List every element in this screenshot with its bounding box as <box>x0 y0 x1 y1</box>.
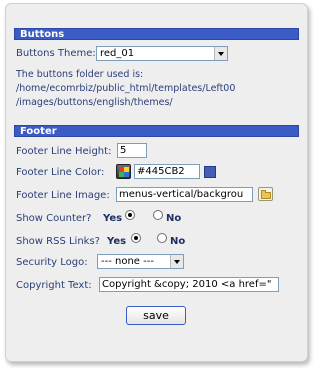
folder-browse-icon[interactable] <box>258 187 273 201</box>
buttons-folder-path-line1: /home/ecomrbiz/public_html/templates/Lef… <box>16 83 236 94</box>
show-rss-yes-label: Yes <box>107 236 127 247</box>
footer-line-height-label: Footer Line Height: <box>16 146 112 157</box>
line-color-preview-swatch <box>204 166 216 178</box>
footer-line-height-input[interactable]: 5 <box>117 143 147 158</box>
footer-line-image-input[interactable]: menus-vertical/backgrou <box>116 187 253 202</box>
settings-panel: Buttons Buttons Theme: red_01 The button… <box>5 3 308 362</box>
buttons-theme-label: Buttons Theme: <box>16 48 96 59</box>
show-counter-no-label: No <box>166 213 182 224</box>
save-button[interactable]: save <box>126 306 186 325</box>
chevron-down-icon <box>214 47 227 60</box>
buttons-folder-caption: The buttons folder used is: <box>16 69 144 80</box>
show-counter-label: Show Counter? <box>16 213 92 224</box>
show-rss-no-radio[interactable] <box>157 233 167 243</box>
show-counter-yes-label: Yes <box>103 213 123 224</box>
security-logo-select[interactable]: --- none --- <box>97 254 184 269</box>
security-logo-value: --- none --- <box>101 256 154 267</box>
copyright-text-input[interactable]: Copyright &copy; 2010 <a href=" <box>99 277 279 292</box>
security-logo-label: Security Logo: <box>16 257 88 268</box>
buttons-folder-path-line2: /images/buttons/english/themes/ <box>16 97 173 108</box>
buttons-theme-value: red_01 <box>100 48 135 59</box>
chevron-down-icon <box>170 255 183 268</box>
footer-line-image-label: Footer Line Image: <box>16 190 110 201</box>
color-picker-icon[interactable] <box>116 164 131 179</box>
show-counter-no-radio[interactable] <box>153 210 163 220</box>
footer-line-color-label: Footer Line Color: <box>16 167 105 178</box>
show-counter-yes-radio[interactable] <box>125 210 135 220</box>
buttons-section-header: Buttons <box>14 28 299 40</box>
show-rss-no-label: No <box>170 236 186 247</box>
buttons-theme-select[interactable]: red_01 <box>96 46 228 61</box>
footer-section-header: Footer <box>14 125 299 137</box>
footer-line-color-input[interactable]: #445CB2 <box>134 164 200 179</box>
show-rss-yes-radio[interactable] <box>131 233 141 243</box>
copyright-text-label: Copyright Text: <box>16 280 92 291</box>
show-rss-links-label: Show RSS Links? <box>16 236 100 247</box>
